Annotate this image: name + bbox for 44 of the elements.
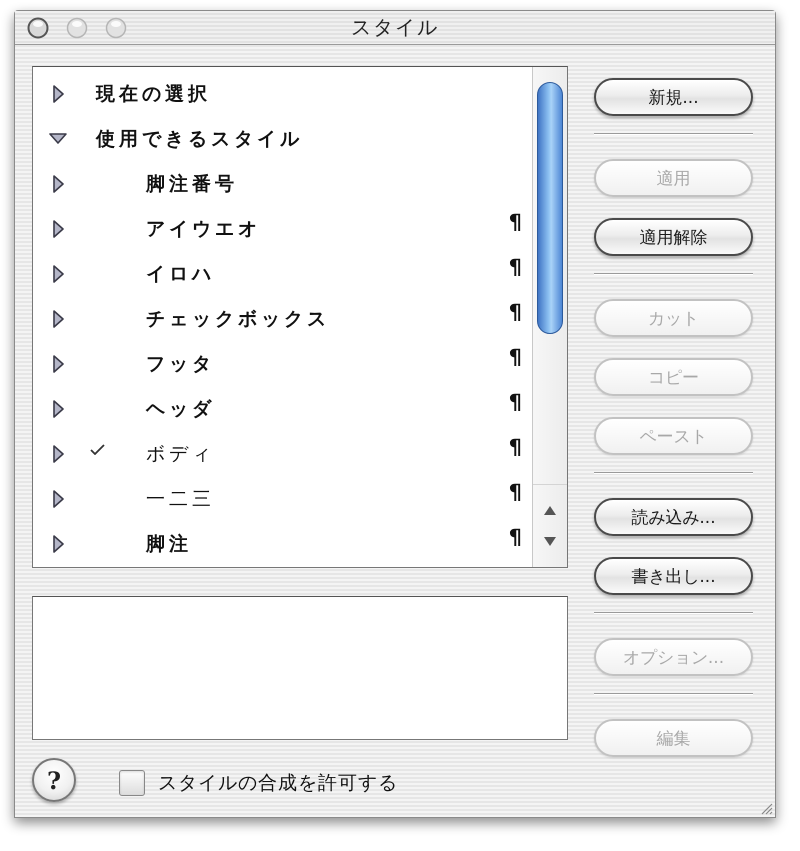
tree-item-label[interactable]: チェックボックス [146,306,330,332]
dialog-button[interactable]: 読み込み... [594,498,753,536]
disclosure-triangle-icon[interactable] [52,444,64,462]
dialog-button[interactable]: 新規... [594,78,753,116]
dialog-button[interactable]: 適用解除 [594,218,753,256]
scroll-up-arrow-icon[interactable] [544,506,556,515]
paragraph-mark: ¶ [508,302,522,323]
disclosure-triangle-icon[interactable] [52,534,64,552]
tree-item-label[interactable]: 脚注 [146,530,192,556]
paragraph-mark: ¶ [508,257,522,278]
disclosure-triangle-icon[interactable] [52,310,64,328]
tree-item-label[interactable]: ヘッダ [146,396,215,422]
tree-item-label[interactable]: 現在の選択 [96,80,211,106]
disclosure-triangle-icon[interactable] [52,400,64,418]
disclosure-triangle-icon[interactable] [52,84,64,102]
checkbox[interactable] [119,770,145,796]
paragraph-mark: ¶ [508,392,522,413]
resize-grip-icon[interactable] [759,801,773,815]
disclosure-triangle-icon[interactable] [52,264,64,282]
scroll-down-arrow-icon[interactable] [544,537,556,546]
window-title: スタイル [351,14,439,41]
checkbox-label[interactable]: スタイルの合成を許可する [158,770,398,796]
tree-item-label[interactable]: ボディ [146,440,215,466]
disclosure-triangle-icon[interactable] [49,133,67,144]
tree-item-label[interactable]: 脚注番号 [146,170,238,196]
scrollbar[interactable] [532,67,567,567]
paragraph-mark: ¶ [508,482,522,503]
help-button[interactable]: ? [32,758,76,802]
tree-item-label[interactable]: イロハ [146,260,215,286]
tree-item-label[interactable]: アイウエオ [146,216,261,242]
disclosure-triangle-icon[interactable] [52,220,64,238]
scrollbar-thumb[interactable] [537,82,563,334]
paragraph-mark: ¶ [508,527,522,548]
tree-item-label[interactable]: フッタ [146,350,215,376]
paragraph-mark: ¶ [508,347,522,368]
dialog-button[interactable]: 書き出し... [594,557,753,595]
tree-item-label[interactable]: 一二三 [146,486,215,512]
close-button[interactable] [27,16,49,38]
disclosure-triangle-icon[interactable] [52,174,64,192]
disclosure-triangle-icon[interactable] [52,490,64,508]
paragraph-mark: ¶ [508,437,522,458]
tree-item-label[interactable]: 使用できるスタイル [96,126,303,152]
paragraph-mark: ¶ [508,212,522,233]
disclosure-triangle-icon[interactable] [52,354,64,372]
